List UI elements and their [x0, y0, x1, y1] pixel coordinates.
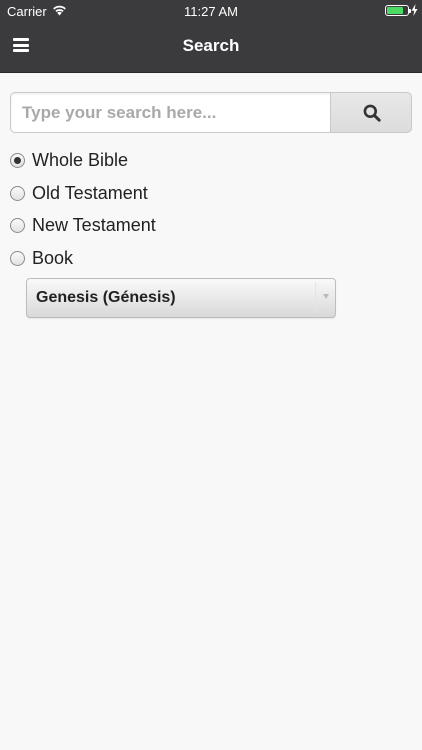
- chevron-down-icon: [323, 294, 329, 299]
- clock: 11:27 AM: [184, 4, 238, 19]
- battery-level: [387, 7, 403, 14]
- radio-label: Whole Bible: [32, 150, 129, 170]
- search-input[interactable]: [10, 92, 331, 133]
- radio-button[interactable]: [10, 185, 25, 201]
- charging-bolt-icon: [411, 4, 418, 16]
- search-bar: [10, 92, 412, 133]
- navigation-bar: Search: [0, 22, 422, 73]
- radio-label: New Testament: [32, 215, 156, 236]
- radio-button[interactable]: [10, 251, 25, 267]
- radio-label: Old Testament: [32, 182, 148, 203]
- radio-button[interactable]: [10, 153, 25, 168]
- dropdown-divider: [315, 283, 316, 313]
- magnifier-icon: [363, 104, 381, 122]
- page-title: Search: [182, 36, 240, 55]
- book-select-dropdown[interactable]: Genesis (Génesis): [26, 278, 336, 318]
- radio-button[interactable]: [10, 218, 25, 234]
- battery-icon: [385, 5, 411, 16]
- status-bar: Carrier 11:27 AM: [0, 0, 422, 22]
- search-button[interactable]: [330, 92, 412, 133]
- radio-label: Book: [32, 248, 74, 269]
- book-select-value: Genesis (Génesis): [36, 289, 176, 306]
